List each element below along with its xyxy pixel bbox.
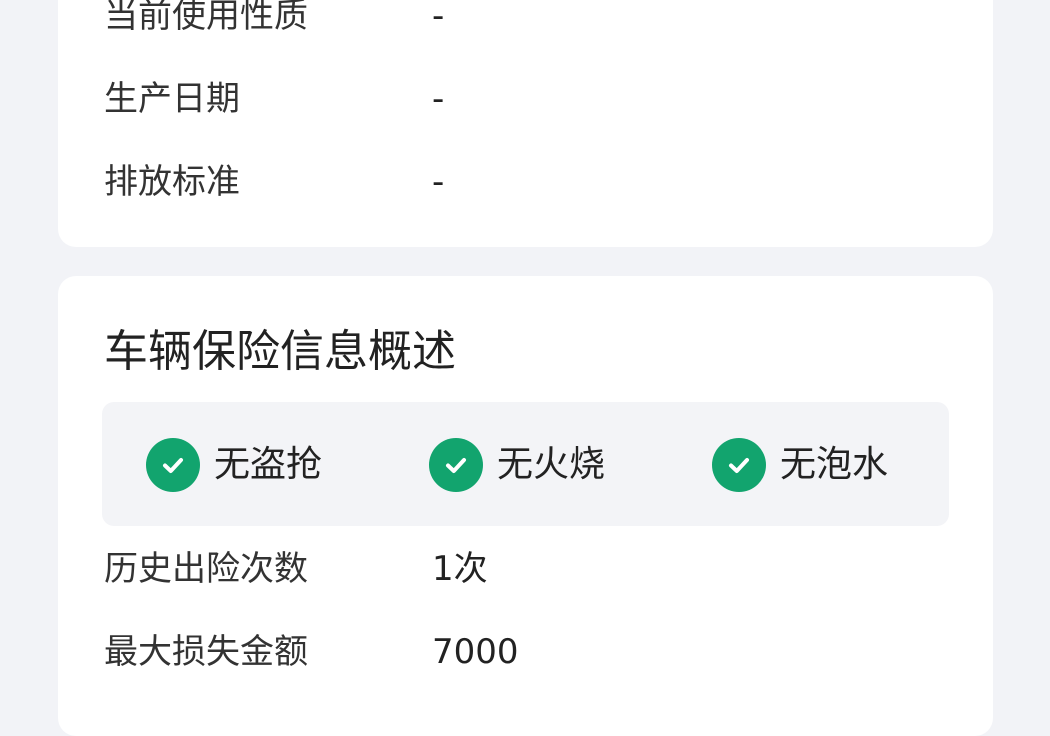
badge-no-fire: 无火烧	[429, 438, 605, 492]
insurance-summary-card: 车辆保险信息概述 无盗抢 无火烧 无泡水 历史出险次数 1次 最大损失金额 70…	[58, 276, 993, 736]
section-title: 车辆保险信息概述	[104, 326, 456, 377]
vehicle-info-card: 当前使用性质 - 生产日期 - 排放标准 -	[58, 0, 993, 247]
info-row-usage-type: 当前使用性质 -	[104, 0, 444, 40]
info-row-emission-standard: 排放标准 -	[104, 158, 444, 206]
info-label: 生产日期	[104, 79, 240, 119]
info-label: 排放标准	[104, 162, 240, 202]
info-label: 当前使用性质	[104, 0, 308, 36]
info-label: 最大损失金额	[104, 632, 308, 672]
badge-no-flood: 无泡水	[712, 438, 888, 492]
check-circle-icon	[146, 438, 200, 492]
check-circle-icon	[712, 438, 766, 492]
check-circle-icon	[429, 438, 483, 492]
info-value: -	[432, 162, 445, 202]
info-row-claim-count: 历史出险次数 1次	[104, 545, 488, 593]
insurance-badges-panel: 无盗抢 无火烧 无泡水	[102, 402, 949, 526]
info-value: 7000	[432, 632, 519, 672]
badge-no-theft: 无盗抢	[146, 438, 322, 492]
info-value: -	[432, 0, 445, 36]
info-row-max-loss: 最大损失金额 7000	[104, 628, 519, 676]
info-label: 历史出险次数	[104, 549, 308, 589]
info-value: -	[432, 79, 445, 119]
info-value: 1次	[432, 549, 488, 589]
info-row-production-date: 生产日期 -	[104, 75, 444, 123]
badge-label: 无火烧	[497, 444, 606, 485]
badge-label: 无泡水	[780, 444, 889, 485]
badge-label: 无盗抢	[214, 444, 323, 485]
